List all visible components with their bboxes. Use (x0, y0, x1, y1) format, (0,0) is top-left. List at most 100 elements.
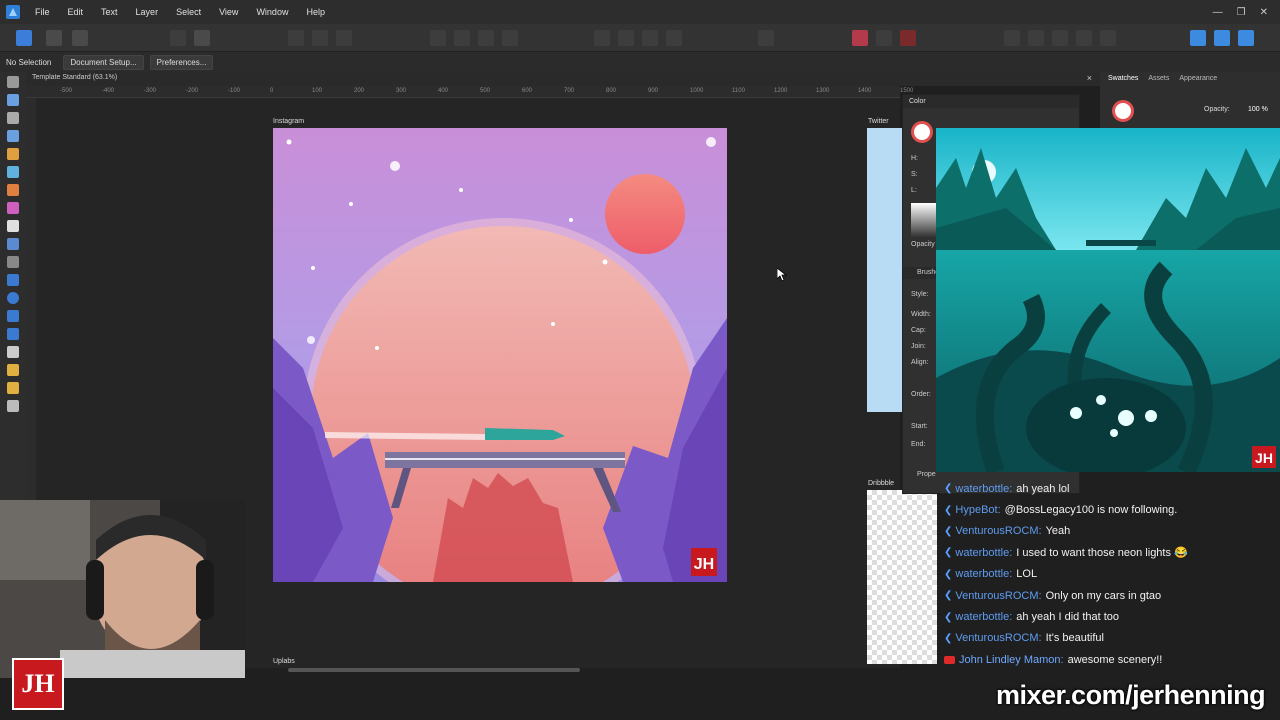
tab-assets[interactable]: Assets (1148, 75, 1169, 82)
chat-separator: : (1038, 525, 1042, 538)
magnet-icon[interactable] (900, 30, 916, 46)
saturation-label: S: (911, 171, 918, 178)
properties-button[interactable]: Prope (917, 471, 936, 478)
chat-message: ❮ HypeBot: @BossLegacy100 is now following… (944, 499, 1280, 520)
selection-status: No Selection (6, 57, 52, 67)
rounded-rect-tool-icon[interactable] (7, 310, 19, 322)
ruler-tick-label: 0 (270, 88, 274, 94)
menu-select[interactable]: Select (167, 7, 210, 17)
chat-text: ah yeah I did that too (1016, 611, 1120, 624)
hand-tool-icon[interactable] (7, 382, 19, 394)
artboard-label-uplabs[interactable]: Uplabs (273, 658, 295, 665)
user-icon[interactable] (1190, 30, 1206, 46)
brush-tool-icon[interactable] (7, 184, 19, 196)
menu-text[interactable]: Text (92, 7, 127, 17)
menu-edit[interactable]: Edit (59, 7, 93, 17)
arrange-back-icon[interactable] (454, 30, 470, 46)
rotate-right-icon[interactable] (618, 30, 634, 46)
boolean-xor-icon[interactable] (1100, 30, 1116, 46)
chat-separator: : (1009, 568, 1013, 581)
studio-icon[interactable] (1214, 30, 1230, 46)
hue-label: H: (911, 155, 918, 162)
menu-window[interactable]: Window (247, 7, 297, 17)
tab-swatches[interactable]: Swatches (1108, 75, 1138, 82)
ruler-tick-label: 1200 (774, 88, 788, 94)
snapping-icon[interactable] (852, 30, 868, 46)
artboard-label-twitter[interactable]: Twitter (868, 118, 889, 125)
artboard-label-instagram[interactable]: Instagram (273, 118, 304, 125)
preferences-button[interactable]: Preferences... (149, 54, 214, 70)
assistant-icon[interactable] (194, 30, 210, 46)
opacity-value[interactable]: 100 % (1248, 106, 1268, 113)
flip-v-icon[interactable] (666, 30, 682, 46)
rectangle-tool-icon[interactable] (7, 274, 19, 286)
twitter-artboard[interactable] (867, 128, 902, 412)
ruler-tick-label: -300 (144, 88, 157, 94)
zoom-tool-icon[interactable] (7, 400, 19, 412)
minimize-icon[interactable]: — (1213, 7, 1223, 18)
boolean-intersect-icon[interactable] (1076, 30, 1092, 46)
color-picker-icon[interactable] (7, 364, 19, 376)
sunset-illustration: JH (273, 128, 727, 582)
dribbble-artboard[interactable] (867, 490, 937, 664)
geometry-icon[interactable] (758, 30, 774, 46)
restore-icon[interactable]: ❐ (1237, 7, 1246, 18)
chat-text: It's beautiful (1045, 632, 1104, 645)
document-setup-button[interactable]: Document Setup... (63, 54, 144, 70)
horizontal-scrollbar[interactable] (288, 668, 580, 672)
color-gradient-preview[interactable] (911, 203, 937, 237)
boolean-subtract-icon[interactable] (1052, 30, 1068, 46)
transparency-tool-icon[interactable] (7, 220, 19, 232)
close-icon[interactable]: ✕ (1260, 7, 1268, 18)
shape-tool-icon[interactable] (7, 328, 19, 340)
tab-appearance[interactable]: Appearance (1179, 75, 1217, 82)
export-persona-icon[interactable] (72, 30, 88, 46)
text-tool-icon[interactable] (7, 346, 19, 358)
menu-help[interactable]: Help (297, 7, 334, 17)
menu-layer[interactable]: Layer (127, 7, 168, 17)
arrange-front-icon[interactable] (478, 30, 494, 46)
stroke-order-label: Order: (911, 391, 931, 398)
fill-color-well[interactable] (1112, 100, 1134, 122)
stroke-width-label: Width: (911, 311, 931, 318)
move-tool-icon[interactable] (7, 76, 19, 88)
menu-file[interactable]: File (26, 7, 59, 17)
insert-icon[interactable] (1004, 30, 1020, 46)
pixel-persona-icon[interactable] (46, 30, 62, 46)
close-document-icon[interactable]: × (1087, 73, 1092, 83)
chat-separator: : (997, 504, 1001, 517)
artboard-label-dribbble[interactable]: Dribbble (868, 480, 894, 487)
rotate-left-icon[interactable] (594, 30, 610, 46)
boolean-add-icon[interactable] (1028, 30, 1044, 46)
corner-tool-icon[interactable] (7, 130, 19, 142)
instagram-artboard[interactable]: JH (273, 128, 727, 582)
designer-persona-icon[interactable] (16, 30, 32, 46)
flip-h-icon[interactable] (642, 30, 658, 46)
chat-message: John Lindley Mamon: awesome scenery!! (944, 649, 1280, 670)
arrange-icon[interactable] (430, 30, 446, 46)
ellipse-tool-icon[interactable] (7, 292, 19, 304)
crop-tool-icon[interactable] (7, 256, 19, 268)
color-well[interactable] (911, 121, 933, 143)
node-tool-icon[interactable] (7, 112, 19, 124)
pen-tool-icon[interactable] (7, 148, 19, 160)
arrange-top-icon[interactable] (502, 30, 518, 46)
stroke-join-label: Join: (911, 343, 926, 350)
align-icon[interactable] (336, 30, 352, 46)
ruler-tick-label: 1000 (690, 88, 704, 94)
fill-tool-icon[interactable] (7, 202, 19, 214)
toolbar (0, 24, 1280, 52)
pencil-tool-icon[interactable] (7, 166, 19, 178)
lightness-label: L: (911, 187, 917, 194)
place-image-icon[interactable] (7, 238, 19, 250)
youtube-icon (944, 655, 955, 664)
document-tab[interactable]: Template Standard (63.1%) × (26, 72, 1100, 86)
snap-icon[interactable] (312, 30, 328, 46)
toggle-icon[interactable] (170, 30, 186, 46)
menu-view[interactable]: View (210, 7, 247, 17)
transform-icon[interactable] (288, 30, 304, 46)
document-title: Template Standard (63.1%) (32, 74, 118, 81)
share-icon[interactable] (1238, 30, 1254, 46)
artboard-tool-icon[interactable] (7, 94, 19, 106)
snapping-options-icon[interactable] (876, 30, 892, 46)
